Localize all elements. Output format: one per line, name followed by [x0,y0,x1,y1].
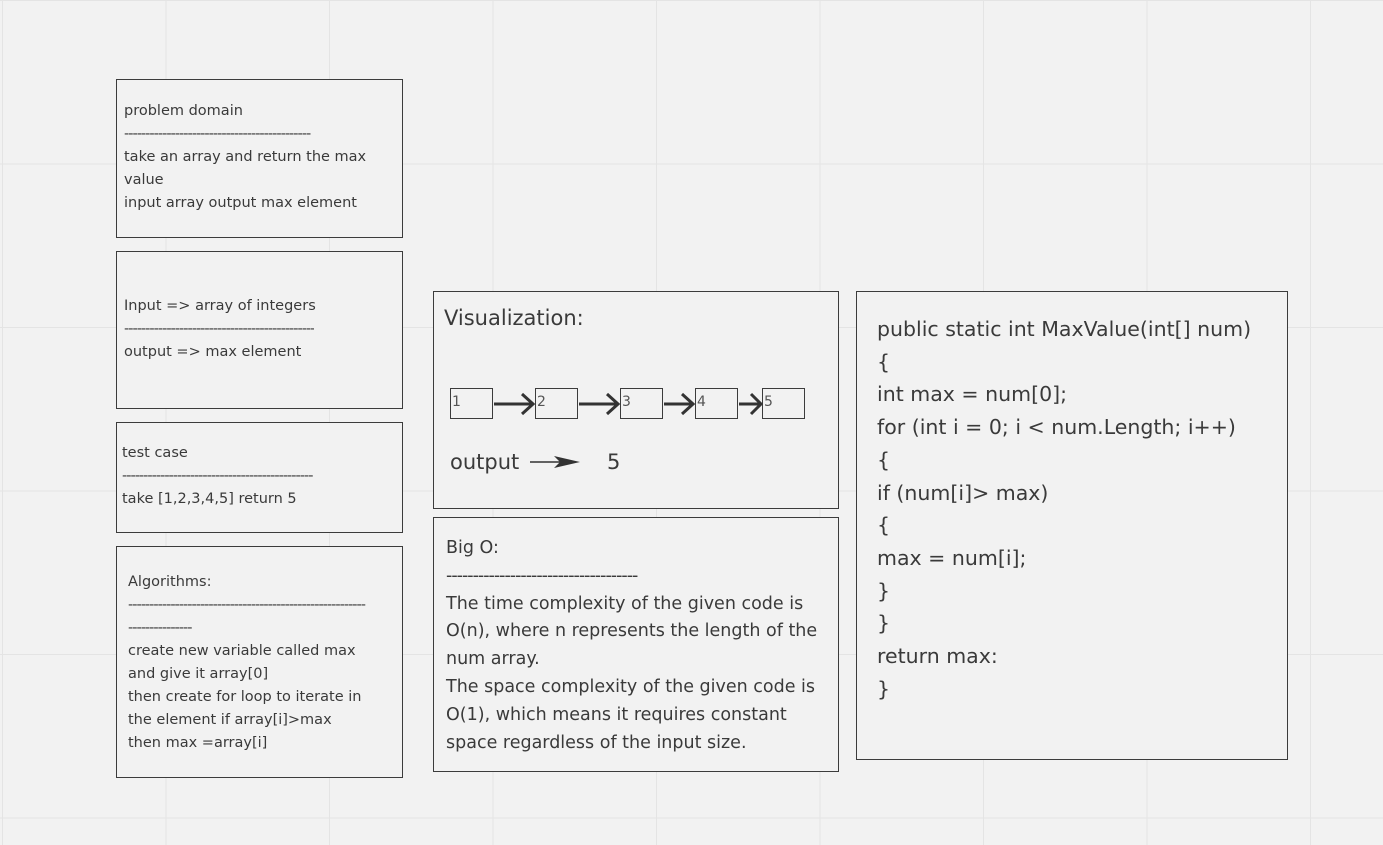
problem-domain-divider: ----------------------------------------… [124,126,311,142]
list-node: 2 [535,388,578,419]
algorithms-line: and give it array[0] [128,666,269,682]
io-divider: ----------------------------------------… [124,321,314,337]
output-value: 5 [607,450,621,474]
code-line: } [877,676,891,701]
algorithms-card[interactable]: Algorithms: ----------------------------… [116,546,403,778]
big-o-title: Big O: [446,538,499,558]
test-case-body: take [1,2,3,4,5] return 5 [122,491,297,507]
list-node: 1 [450,388,493,419]
code-line: for (int i = 0; i < num.Length; i++) [877,415,1236,440]
space-complexity-text: The space complexity of the given code i… [446,676,816,753]
problem-domain-body-1: take an array and return the max value [124,149,367,188]
visualization-card[interactable]: Visualization: 1 2 3 4 5 output 5 [433,291,839,509]
test-case-card[interactable]: test case ------------------------------… [116,422,403,533]
code-line: { [877,513,891,538]
visualization-title: Visualization: [444,306,584,330]
code-card[interactable]: public static int MaxValue(int[] num) { … [856,291,1288,760]
list-node: 4 [695,388,738,419]
output-label: output [450,450,520,474]
io-output: output => max element [124,344,302,360]
code-line: int max = num[0]; [877,382,1068,407]
algorithms-divider-2: --------------- [128,620,192,636]
output-arrow [530,456,580,468]
code-line: { [877,349,891,374]
code-line: if (num[i]> max) [877,480,1049,505]
code-line: public static int MaxValue(int[] num) [877,317,1252,341]
algorithms-divider-1: ----------------------------------------… [128,597,366,613]
problem-domain-body-2: input array output max element [124,195,357,211]
algorithms-line: then max =array[i] [128,735,268,751]
next-arrow [579,392,620,416]
algorithms-title: Algorithms: [128,574,212,590]
code-line: return max: [877,644,998,669]
list-node: 3 [620,388,663,419]
problem-domain-title: problem domain [124,103,243,119]
code-line: } [877,611,891,636]
code-line: max = num[i]; [877,545,1027,570]
next-arrow [664,392,695,416]
big-o-card[interactable]: Big O: ---------------------------------… [433,517,839,772]
io-input: Input => array of integers [124,298,316,314]
code-line: { [877,447,891,472]
big-o-divider: ------------------------------------ [446,565,638,586]
list-node: 5 [762,388,805,419]
next-arrow [739,392,763,416]
code-line: } [877,578,891,603]
test-case-title: test case [122,445,188,461]
next-arrow [494,392,535,416]
time-complexity-text: The time complexity of the given code is… [446,593,818,670]
io-card[interactable]: Input => array of integers -------------… [116,251,403,409]
algorithms-line: the element if array[i]>max [128,712,332,728]
test-case-divider: ----------------------------------------… [122,468,313,484]
algorithms-line: then create for loop to iterate in [128,689,362,705]
algorithms-line: create new variable called max [128,643,356,659]
problem-domain-card[interactable]: problem domain -------------------------… [116,79,403,238]
